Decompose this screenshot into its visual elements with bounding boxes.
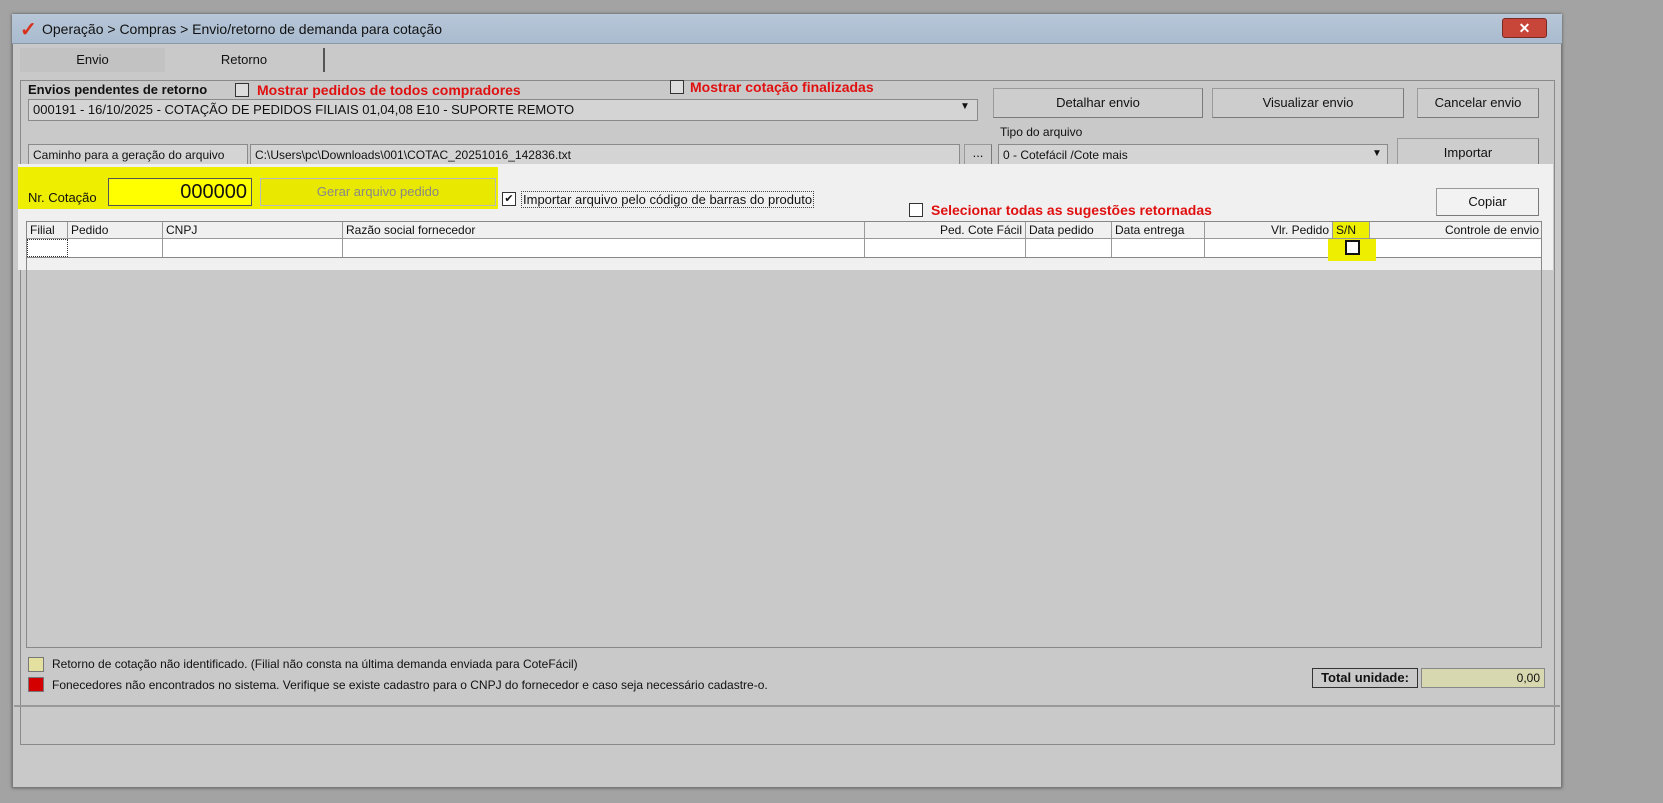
caminho-input[interactable]: C:\Users\pc\Downloads\001\COTAC_20251016… <box>250 144 960 166</box>
chevron-down-icon[interactable]: ▼ <box>1372 148 1382 159</box>
app-logo-icon: ✓ <box>20 19 37 41</box>
col-filial[interactable]: Filial <box>27 222 68 239</box>
col-cnpj[interactable]: CNPJ <box>163 222 343 239</box>
col-controle-envio[interactable]: Controle de envio <box>1370 222 1542 239</box>
legend-swatch-yellow <box>28 657 44 672</box>
col-vlr-pedido[interactable]: Vlr. Pedido <box>1205 222 1333 239</box>
tipo-select-value: 0 - Cotefácil /Cote mais <box>1003 148 1128 162</box>
importar-barras-label: Importar arquivo pelo código de barras d… <box>521 191 815 208</box>
col-razao-social[interactable]: Razão social fornecedor <box>343 222 865 239</box>
total-value: 0,00 <box>1421 668 1545 688</box>
importar-barras-checkbox[interactable]: ✔ <box>502 192 516 206</box>
cell-cnpj[interactable] <box>163 239 343 257</box>
legend-text-yellow: Retorno de cotação não identificado. (Fi… <box>52 657 578 671</box>
close-button[interactable]: ✕ <box>1502 18 1547 38</box>
chevron-down-icon[interactable]: ▼ <box>960 101 970 112</box>
window-title: Operação > Compras > Envio/retorno de de… <box>42 21 443 37</box>
cell-data-entrega[interactable] <box>1112 239 1205 257</box>
cell-filial[interactable] <box>27 239 68 257</box>
total-label: Total unidade: <box>1312 668 1418 688</box>
cell-razao-social[interactable] <box>343 239 865 257</box>
selecionar-todas-checkbox[interactable] <box>909 203 923 217</box>
title-bar: ✓ Operação > Compras > Envio/retorno de … <box>12 14 1562 44</box>
envio-select[interactable]: 000191 - 16/10/2025 - COTAÇÃO DE PEDIDOS… <box>28 99 978 121</box>
sn-checkbox[interactable] <box>1345 240 1360 255</box>
cell-ped-cote[interactable] <box>865 239 1026 257</box>
envio-select-value: 000191 - 16/10/2025 - COTAÇÃO DE PEDIDOS… <box>33 102 575 117</box>
tab-envio[interactable]: Envio <box>20 48 165 72</box>
col-sn[interactable]: S/N <box>1333 222 1370 239</box>
mostrar-finalizadas-checkbox[interactable] <box>670 80 684 94</box>
cancelar-envio-button[interactable]: Cancelar envio <box>1417 88 1539 118</box>
cell-vlr-pedido[interactable] <box>1205 239 1333 257</box>
mostrar-todos-checkbox[interactable] <box>235 83 249 97</box>
gerar-arquivo-button[interactable]: Gerar arquivo pedido <box>260 178 496 206</box>
cell-data-pedido[interactable] <box>1026 239 1112 257</box>
envios-label: Envios pendentes de retorno <box>28 82 208 97</box>
col-pedido[interactable]: Pedido <box>68 222 163 239</box>
col-data-entrega[interactable]: Data entrega <box>1112 222 1205 239</box>
cotacao-label: Nr. Cotação <box>28 190 97 205</box>
caminho-label: Caminho para a geração do arquivo <box>28 144 248 166</box>
selecionar-todas-label: Selecionar todas as sugestões retornadas <box>931 202 1212 218</box>
tab-retorno[interactable]: Retorno <box>165 48 325 72</box>
status-divider <box>14 705 1560 707</box>
detalhar-envio-button[interactable]: Detalhar envio <box>993 88 1203 118</box>
tipo-label: Tipo do arquivo <box>1000 125 1083 139</box>
cell-pedido[interactable] <box>68 239 163 257</box>
mostrar-todos-label: Mostrar pedidos de todos compradores <box>257 82 521 98</box>
col-ped-cote-facil[interactable]: Ped. Cote Fácil <box>865 222 1026 239</box>
visualizar-envio-button[interactable]: Visualizar envio <box>1212 88 1404 118</box>
copiar-button[interactable]: Copiar <box>1436 188 1539 216</box>
legend-swatch-red <box>28 677 44 692</box>
legend-text-red: Fonecedores não encontrados no sistema. … <box>52 678 768 692</box>
cell-controle-envio[interactable] <box>1376 239 1541 257</box>
grid-body <box>26 258 1542 648</box>
tipo-select[interactable]: 0 - Cotefácil /Cote mais <box>998 144 1388 166</box>
browse-button[interactable]: ... <box>964 144 992 166</box>
mostrar-finalizadas-label: Mostrar cotação finalizadas <box>690 79 874 95</box>
cotacao-input[interactable]: 000000 <box>108 178 252 206</box>
col-data-pedido[interactable]: Data pedido <box>1026 222 1112 239</box>
